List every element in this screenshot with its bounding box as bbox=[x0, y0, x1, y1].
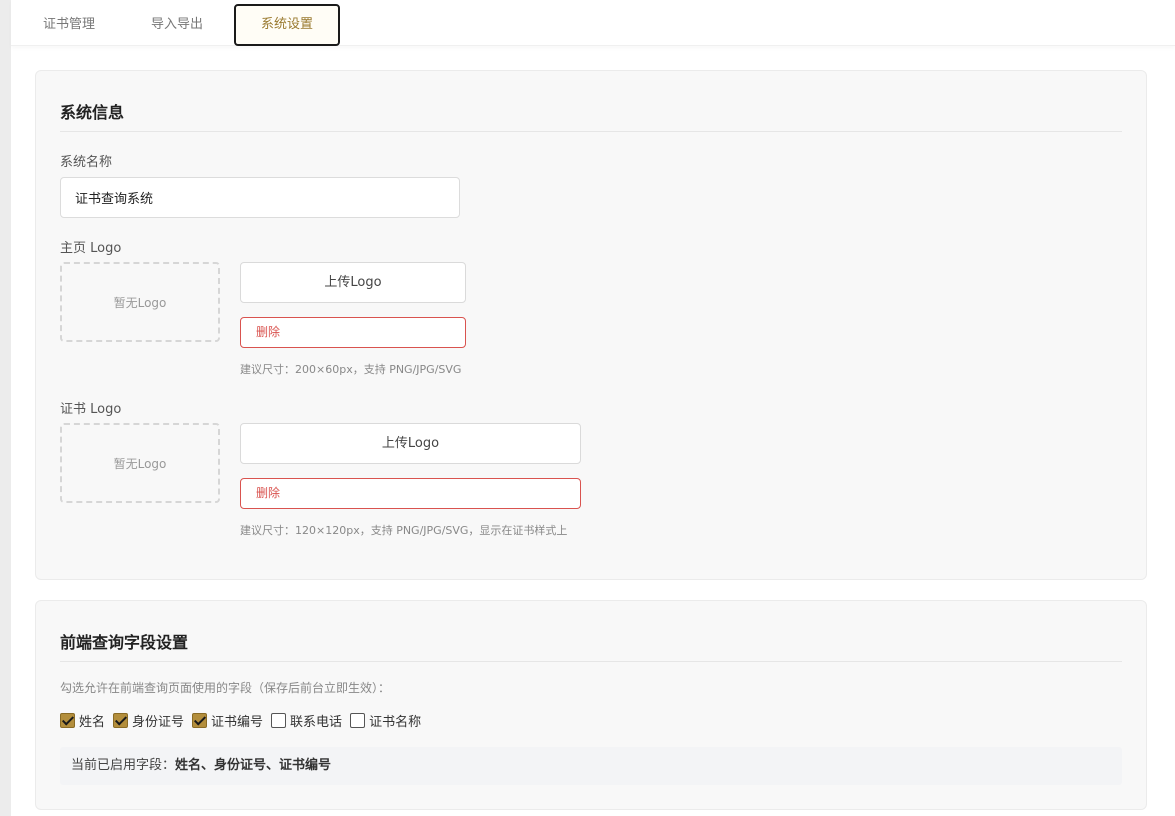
tab-certificate-management[interactable]: 证书管理 bbox=[29, 4, 109, 46]
name-checkbox-label: 姓名 bbox=[79, 714, 106, 730]
delete-cert-logo-button[interactable]: 删除 bbox=[240, 478, 581, 509]
cert-logo-hint: 建议尺寸：120×120px，支持 PNG/JPG/SVG，显示在证书样式上 bbox=[240, 524, 568, 537]
id-number-checkbox[interactable] bbox=[113, 712, 129, 728]
system-name-label: 系统名称 bbox=[60, 155, 113, 170]
field-option-name[interactable]: 姓名 bbox=[60, 711, 105, 730]
cert-name-checkbox-label: 证书名称 bbox=[369, 714, 422, 730]
tab-system-settings[interactable]: 系统设置 bbox=[234, 4, 340, 46]
home-logo-hint: 建议尺寸：200×60px，支持 PNG/JPG/SVG bbox=[240, 363, 462, 376]
field-option-id-number[interactable]: 身份证号 bbox=[113, 711, 184, 730]
section-divider bbox=[60, 131, 1122, 132]
upload-cert-logo-button[interactable]: 上传Logo bbox=[240, 423, 581, 464]
system-info-title: 系统信息 bbox=[60, 103, 125, 122]
system-info-card: 系统信息 系统名称 主页 Logo 暂无Logo 上传Logo 删除 建议尺寸：… bbox=[35, 70, 1147, 580]
settings-page: 证书管理 导入导出 系统设置 系统信息 系统名称 主页 Logo 暂无Logo … bbox=[11, 0, 1175, 816]
cert-logo-label: 证书 Logo bbox=[60, 402, 122, 417]
field-option-cert-name[interactable]: 证书名称 bbox=[350, 711, 421, 730]
system-name-input[interactable] bbox=[60, 177, 460, 218]
section-divider bbox=[60, 661, 1122, 662]
query-fields-card: 前端查询字段设置 勾选允许在前端查询页面使用的字段（保存后前台立即生效）： 姓名… bbox=[35, 600, 1147, 810]
tab-bar: 证书管理 导入导出 系统设置 bbox=[11, 0, 1175, 46]
phone-checkbox-label: 联系电话 bbox=[290, 714, 343, 730]
home-logo-label: 主页 Logo bbox=[60, 241, 122, 256]
tab-import-export[interactable]: 导入导出 bbox=[137, 4, 217, 46]
summary-prefix: 当前已启用字段： bbox=[71, 758, 176, 773]
query-fields-description: 勾选允许在前端查询页面使用的字段（保存后前台立即生效）： bbox=[60, 681, 391, 695]
home-logo-preview: 暂无Logo bbox=[60, 262, 220, 342]
cert-number-checkbox[interactable] bbox=[192, 712, 208, 728]
field-option-phone[interactable]: 联系电话 bbox=[271, 711, 342, 730]
field-option-cert-number[interactable]: 证书编号 bbox=[192, 711, 263, 730]
enabled-fields-summary: 当前已启用字段：姓名、身份证号、证书编号 bbox=[60, 747, 1122, 785]
cert-name-checkbox[interactable] bbox=[350, 712, 366, 728]
cert-logo-preview: 暂无Logo bbox=[60, 423, 220, 503]
delete-home-logo-button[interactable]: 删除 bbox=[240, 317, 466, 348]
name-checkbox[interactable] bbox=[60, 712, 75, 728]
id-number-checkbox-label: 身份证号 bbox=[132, 714, 185, 730]
phone-checkbox[interactable] bbox=[271, 712, 287, 728]
upload-home-logo-button[interactable]: 上传Logo bbox=[240, 262, 466, 303]
field-checkbox-row: 姓名 身份证号 证书编号 联系电话 证书名称 bbox=[60, 710, 429, 730]
cert-number-checkbox-label: 证书编号 bbox=[211, 714, 264, 730]
summary-value: 姓名、身份证号、证书编号 bbox=[175, 758, 332, 773]
query-fields-title: 前端查询字段设置 bbox=[60, 633, 189, 652]
